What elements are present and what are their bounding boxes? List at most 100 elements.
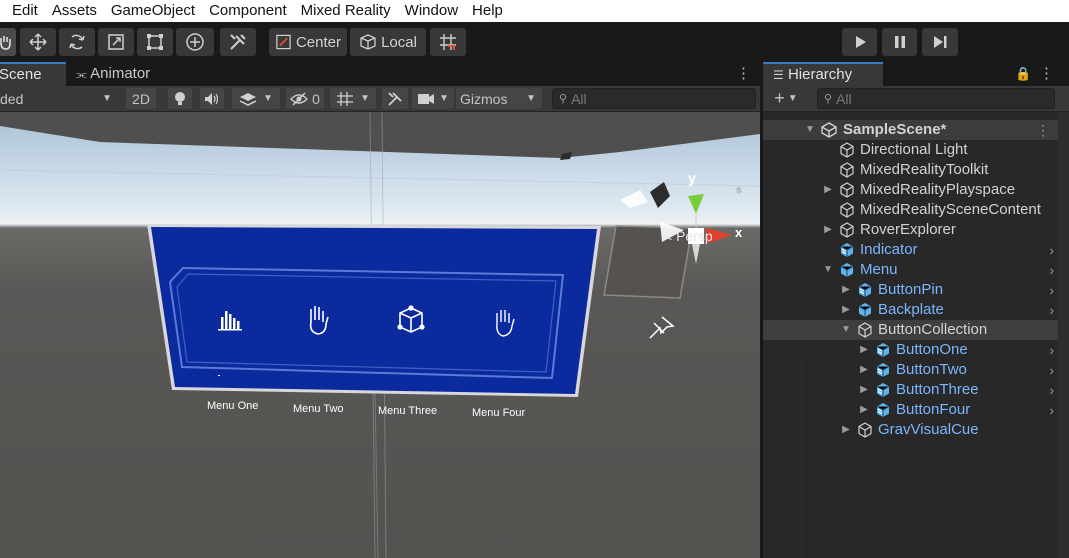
audio-toggle[interactable] (200, 88, 224, 109)
move-tool-button[interactable] (20, 28, 56, 56)
perspective-label[interactable]: < Persp (664, 228, 713, 244)
collapsed-arrow-icon[interactable]: ▶ (859, 340, 869, 360)
gameobject-cube-icon (840, 202, 854, 218)
open-prefab-chevron-icon[interactable]: › (1049, 340, 1054, 360)
grid-snapping-button[interactable] (430, 28, 466, 56)
scene-tab-menu-button[interactable]: ⋮ (736, 62, 751, 86)
scene-row[interactable]: ▼ SampleScene* ⋮ (763, 120, 1058, 140)
pivot-rotation-button[interactable]: Local (350, 28, 426, 56)
gizmos-label: Gizmos (460, 90, 508, 107)
grid-visibility-dropdown[interactable]: ▼ (330, 88, 376, 109)
open-prefab-chevron-icon[interactable]: › (1049, 260, 1054, 280)
menu-gameobject[interactable]: GameObject (104, 0, 202, 22)
open-prefab-chevron-icon[interactable]: › (1049, 360, 1054, 380)
menu-edit[interactable]: Edit (0, 0, 45, 22)
collapsed-arrow-icon[interactable]: ▶ (859, 400, 869, 420)
hierarchy-search-field[interactable]: ⚲ All (817, 88, 1055, 109)
camera-settings-dropdown[interactable]: ▼ (412, 88, 454, 109)
scale-tool-button[interactable] (98, 28, 134, 56)
hierarchy-item-menu[interactable]: ▼ Menu › (763, 260, 1058, 280)
expand-arrow-icon[interactable]: ▼ (841, 320, 851, 340)
menu-window[interactable]: Window (398, 0, 465, 22)
hierarchy-tab-strip: ☰ Hierarchy 🔒 ⋮ (763, 62, 1069, 86)
collapsed-arrow-icon[interactable]: ▶ (841, 420, 851, 440)
scene-viewport[interactable]: Menu One Menu Two Menu Three Menu Four y… (0, 112, 760, 558)
scene-visibility-toggle[interactable]: 0 (286, 88, 324, 109)
mode-2d-label: 2D (132, 90, 150, 107)
hierarchy-item-buttonpin[interactable]: ▶ ButtonPin › (763, 280, 1058, 300)
open-prefab-chevron-icon[interactable]: › (1049, 280, 1054, 300)
open-prefab-chevron-icon[interactable]: › (1049, 400, 1054, 420)
hierarchy-item-buttoncollection[interactable]: ▼ ButtonCollection (763, 320, 1058, 340)
rect-tool-button[interactable] (137, 28, 173, 56)
collapsed-arrow-icon[interactable]: ▶ (859, 380, 869, 400)
pivot-mode-label: Center (295, 33, 341, 51)
pause-button[interactable] (882, 28, 917, 56)
orientation-gizmo[interactable] (600, 172, 750, 272)
menu-help[interactable]: Help (465, 0, 510, 22)
hierarchy-item-buttonfour[interactable]: ▶ ButtonFour › (763, 400, 1058, 420)
transform-tool-button[interactable] (176, 28, 214, 56)
kebab-menu-icon[interactable]: ⋮ (1036, 120, 1050, 140)
collapsed-arrow-icon[interactable]: ▶ (859, 360, 869, 380)
hierarchy-scrollbar[interactable] (1058, 112, 1069, 558)
tab-animator[interactable]: ⫘ Animator (76, 62, 176, 86)
hierarchy-item-backplate[interactable]: ▶ Backplate › (763, 300, 1058, 320)
mode-2d-toggle[interactable]: 2D (126, 88, 156, 109)
menu-button-one[interactable]: Menu One (207, 400, 258, 412)
hierarchy-item-buttontwo[interactable]: ▶ ButtonTwo › (763, 360, 1058, 380)
effects-dropdown[interactable]: ▼ (232, 88, 280, 109)
hierarchy-item-gravvisualcue[interactable]: ▶ GravVisualCue (763, 420, 1058, 440)
kebab-menu-icon: ⋮ (736, 65, 751, 82)
pin-icon[interactable] (648, 315, 676, 341)
pivot-mode-button[interactable]: Center (269, 28, 347, 56)
hierarchy-item-indicator[interactable]: Indicator › (763, 240, 1058, 260)
menu-button-two[interactable]: Menu Two (293, 403, 344, 415)
camera-icon (418, 93, 435, 104)
menu-button-three[interactable]: Menu Three (378, 405, 437, 417)
expand-arrow-icon[interactable]: ▼ (823, 260, 833, 280)
hidden-eye-icon (290, 91, 309, 106)
collapsed-arrow-icon[interactable]: ▶ (841, 280, 851, 300)
component-tools-button[interactable] (382, 88, 408, 109)
hierarchy-item-mixedrealityplayspace[interactable]: ▶ MixedRealityPlayspace (763, 180, 1058, 200)
lock-button[interactable]: 🔒 (1015, 62, 1031, 86)
hierarchy-item-mixedrealityscenecontent[interactable]: MixedRealitySceneContent (763, 200, 1058, 220)
hierarchy-item-directional-light[interactable]: Directional Light (763, 140, 1058, 160)
hierarchy-item-buttonthree[interactable]: ▶ ButtonThree › (763, 380, 1058, 400)
grid-icon (337, 91, 354, 106)
hierarchy-item-buttonone[interactable]: ▶ ButtonOne › (763, 340, 1058, 360)
gizmos-dropdown[interactable]: Gizmos ▼ (456, 88, 542, 109)
move-arrows-icon (29, 33, 47, 51)
step-button[interactable] (922, 28, 958, 56)
collapsed-arrow-icon[interactable]: ▶ (823, 180, 833, 200)
open-prefab-chevron-icon[interactable]: › (1049, 240, 1054, 260)
shading-mode-dropdown[interactable]: ded ▼ (0, 88, 118, 109)
menu-assets[interactable]: Assets (45, 0, 104, 22)
create-dropdown[interactable]: + ▼ (769, 88, 803, 109)
menu-component[interactable]: Component (202, 0, 294, 22)
tab-scene[interactable]: Scene (0, 62, 66, 86)
scene-search-field[interactable]: ⚲ All (552, 88, 756, 109)
prefab-variant-icon (858, 283, 872, 297)
dropdown-arrow-icon: ▼ (787, 93, 798, 104)
prefab-variant-icon (876, 363, 890, 377)
menu-mixed-reality[interactable]: Mixed Reality (294, 0, 398, 22)
item-label: Directional Light (860, 141, 968, 158)
rotate-tool-button[interactable] (59, 28, 95, 56)
tab-hierarchy[interactable]: ☰ Hierarchy (763, 62, 883, 86)
hand-tool-button[interactable] (0, 28, 16, 56)
menu-button-four[interactable]: Menu Four (472, 407, 525, 419)
open-prefab-chevron-icon[interactable]: › (1049, 380, 1054, 400)
open-prefab-chevron-icon[interactable]: › (1049, 300, 1054, 320)
hierarchy-item-roverexplorer[interactable]: ▶ RoverExplorer (763, 220, 1058, 240)
collapsed-arrow-icon[interactable]: ▶ (841, 300, 851, 320)
custom-tools-button[interactable] (220, 28, 256, 56)
play-button[interactable] (842, 28, 877, 56)
hierarchy-item-mixedrealitytoolkit[interactable]: MixedRealityToolkit (763, 160, 1058, 180)
lighting-toggle[interactable] (168, 88, 192, 109)
rotate-icon (69, 34, 85, 50)
collapsed-arrow-icon[interactable]: ▶ (823, 220, 833, 240)
expand-arrow-icon[interactable]: ▼ (805, 120, 815, 140)
hierarchy-menu-button[interactable]: ⋮ (1039, 62, 1054, 86)
